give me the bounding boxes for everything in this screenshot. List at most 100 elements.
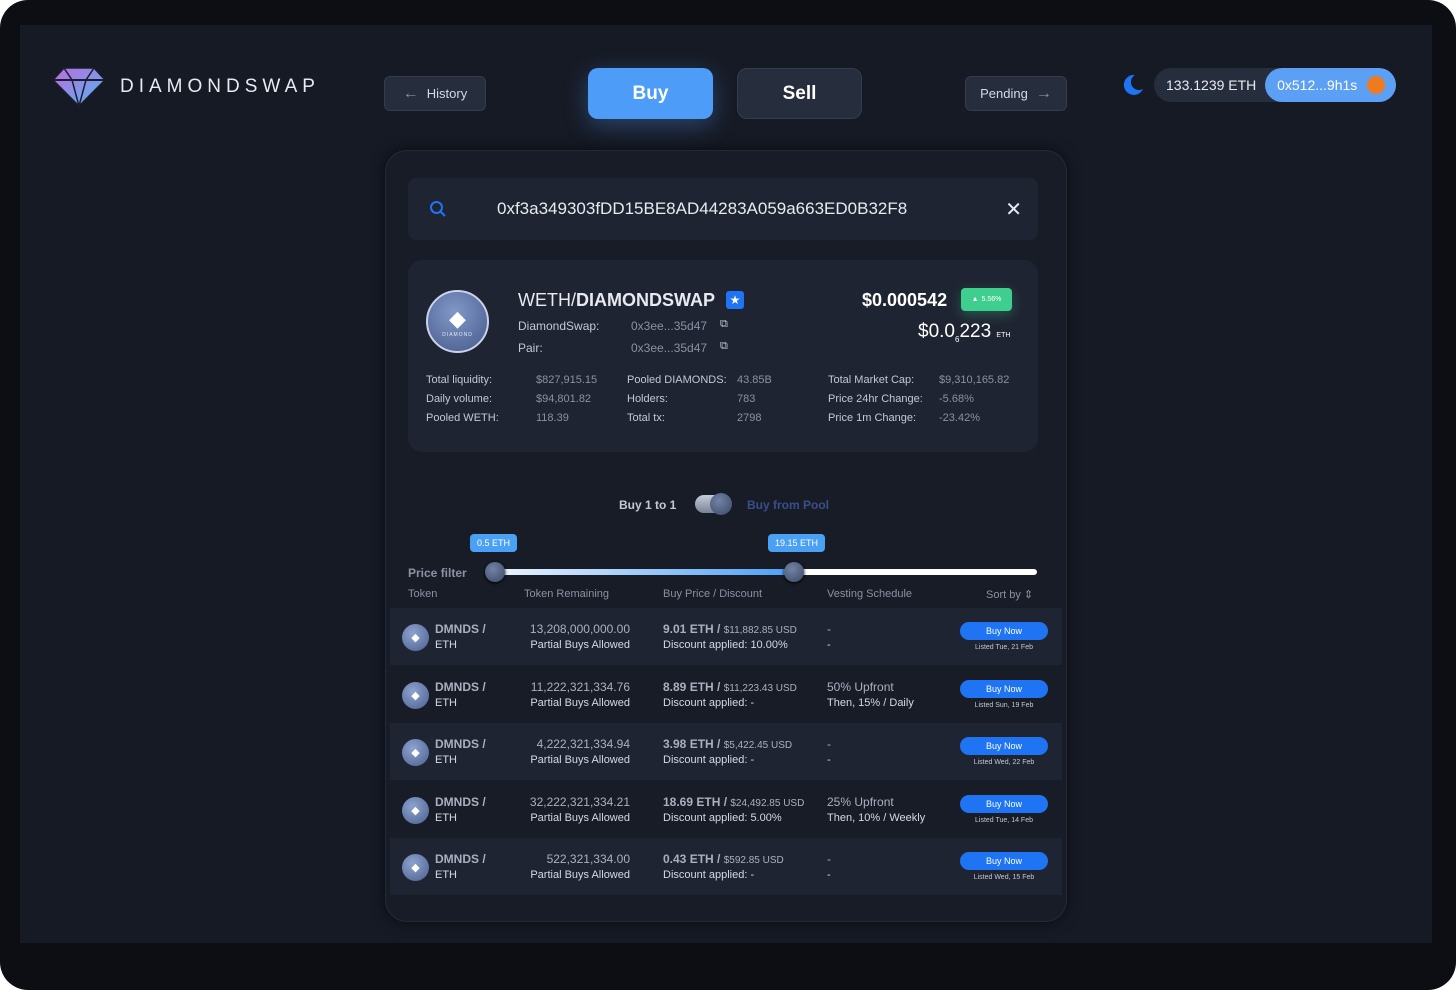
vesting-upfront: 25% Upfront	[827, 794, 894, 809]
copy-icon[interactable]: ⧉	[720, 340, 728, 353]
price-eth: 3.98 ETH /	[663, 737, 721, 751]
token-base: ETH	[435, 811, 457, 824]
vesting-schedule: Then, 10% / Weekly	[827, 811, 926, 824]
sort-by-button[interactable]: Sort by ⇕	[986, 588, 1033, 601]
diamondswap-label: DiamondSwap:	[518, 319, 600, 333]
buy-now-button[interactable]: Buy Now	[960, 679, 1048, 698]
wallet-widget[interactable]: 133.1239 ETH 0x512...9h1s	[1154, 68, 1396, 102]
partial-buys: Partial Buys Allowed	[530, 754, 630, 766]
stat-value: 2798	[737, 412, 762, 424]
buy-tab[interactable]: Buy	[588, 68, 713, 119]
partial-buys: Partial Buys Allowed	[530, 811, 630, 824]
vesting-schedule: -	[827, 639, 831, 651]
buy-1-to-1-label[interactable]: Buy 1 to 1	[619, 498, 676, 512]
wallet-address: 0x512...9h1s	[1277, 77, 1358, 93]
stat-label: Pooled DIAMONDS:	[627, 374, 727, 386]
pair-address: 0x3ee...35d47	[631, 341, 708, 355]
price-filter-slider[interactable]: 0.5 ETH 19.15 ETH	[470, 534, 1037, 582]
token-icon: ◆	[402, 854, 429, 881]
buy-now-button[interactable]: Buy Now	[960, 794, 1048, 813]
search-bar[interactable]: 0xf3a349303fDD15BE8AD44283A059a663ED0B32…	[408, 178, 1038, 240]
price-usd: $11,223.43 USD	[723, 682, 797, 694]
stat-value: -5.68%	[939, 393, 974, 405]
buy-now-button[interactable]: Buy Now	[960, 622, 1048, 640]
price-usd: $5,422.45 USD	[723, 740, 793, 751]
buy-now-button[interactable]: Buy Now	[960, 737, 1048, 755]
stat-value: 783	[737, 393, 756, 405]
diamond-icon: ◆	[449, 305, 466, 331]
brand-logo[interactable]: DIAMONDSWAP	[52, 67, 320, 107]
moon-icon	[1123, 74, 1143, 95]
pending-label: Pending	[980, 86, 1028, 101]
stat-value: $9,310,165.82	[939, 374, 1010, 386]
clear-search-icon[interactable]: ✕	[1005, 197, 1022, 222]
slider-min-handle[interactable]	[485, 562, 505, 582]
stat-value: $94,801.82	[536, 393, 592, 405]
stat-label: Daily volume:	[426, 393, 493, 405]
token-icon: ◆	[402, 624, 429, 651]
vesting-schedule: Then, 15% / Daily	[827, 696, 914, 709]
buy-from-pool-label[interactable]: Buy from Pool	[747, 498, 829, 512]
pair-label: Pair:	[518, 341, 543, 355]
brand-name: DIAMONDSWAP	[120, 76, 320, 97]
buy-panel: 0xf3a349303fDD15BE8AD44283A059a663ED0B32…	[385, 150, 1067, 922]
token-remaining: 13,208,000,000.00	[529, 622, 630, 636]
discount: Discount applied: 10.00%	[663, 639, 788, 651]
pending-button[interactable]: Pending →	[965, 76, 1067, 111]
header-vesting: Vesting Schedule	[827, 588, 913, 600]
vesting-schedule: -	[827, 869, 831, 881]
table-row: ◆ DMNDS / ETH 522,321,334.00 Partial Buy…	[390, 838, 1062, 895]
stat-label: Pooled WETH:	[426, 412, 499, 424]
search-input[interactable]: 0xf3a349303fDD15BE8AD44283A059a663ED0B32…	[497, 199, 907, 219]
discount: Discount applied: -	[663, 696, 755, 709]
listed-date: Listed Tue, 14 Feb	[975, 816, 1033, 824]
discount: Discount applied: 5.00%	[663, 811, 782, 824]
sell-tab[interactable]: Sell	[737, 68, 862, 119]
listed-date: Listed Wed, 15 Feb	[973, 874, 1035, 881]
price-eth: 9.01 ETH /	[663, 622, 721, 636]
arrow-right-icon: →	[1035, 84, 1052, 102]
price-usd: $24,492.85 USD	[730, 797, 805, 809]
wallet-address-button[interactable]: 0x512...9h1s	[1265, 68, 1396, 102]
token-pair: DMNDS /	[435, 679, 486, 694]
copy-icon[interactable]: ⧉	[720, 318, 728, 331]
pair-info-card: ◆ DIAMOND WETH/DIAMONDSWAP ★ DiamondSwap…	[408, 260, 1038, 452]
history-button[interactable]: ← History	[384, 76, 486, 111]
header-buy-price: Buy Price / Discount	[663, 588, 763, 600]
app-screen: DIAMONDSWAP ← History Buy Sell Pending →…	[20, 25, 1432, 943]
stat-label: Total tx:	[627, 412, 665, 424]
header-token: Token	[408, 588, 438, 600]
token-pair: DMNDS /	[435, 852, 486, 866]
token-base: ETH	[435, 869, 457, 881]
slider-range-fill	[495, 569, 794, 575]
slider-max-handle[interactable]	[784, 562, 804, 582]
token-pair: DMNDS /	[435, 622, 486, 636]
buy-mode-toggle[interactable]	[695, 493, 732, 515]
vesting-upfront: -	[827, 622, 831, 636]
price-change-badge: ▲ 5.56%	[961, 288, 1012, 311]
triangle-up-icon: ▲	[971, 296, 979, 303]
stat-value: 118.39	[536, 412, 569, 424]
favorite-star-icon[interactable]: ★	[726, 291, 745, 309]
token-remaining: 4,222,321,334.94	[536, 737, 630, 751]
max-value-tooltip: 19.15 ETH	[768, 534, 826, 552]
price-filter-label: Price filter	[408, 566, 467, 580]
dark-mode-toggle[interactable]	[1120, 73, 1144, 97]
search-icon	[430, 201, 446, 217]
pair-title: WETH/DIAMONDSWAP ★	[518, 290, 745, 311]
token-base: ETH	[435, 639, 457, 651]
price-usd: $11,882.85 USD	[723, 625, 797, 636]
avatar	[1367, 76, 1386, 94]
partial-buys: Partial Buys Allowed	[530, 696, 630, 709]
vesting-upfront: 50% Upfront	[827, 679, 894, 694]
table-row: ◆ DMNDS / ETH 4,222,321,334.94 Partial B…	[390, 723, 1062, 780]
price-eth: 0.43 ETH /	[663, 852, 721, 866]
token-base: ETH	[435, 754, 457, 766]
price-usd: $0.000542	[862, 290, 948, 310]
vesting-schedule: -	[827, 754, 831, 766]
stat-label: Total Market Cap:	[828, 374, 915, 386]
table-row: ◆ DMNDS / ETH 13,208,000,000.00 Partial …	[390, 608, 1062, 665]
buy-now-button[interactable]: Buy Now	[960, 852, 1048, 870]
table-row: ◆ DMNDS / ETH 11,222,321,334.76 Partial …	[390, 665, 1062, 723]
stat-label: Price 24hr Change:	[828, 393, 923, 405]
